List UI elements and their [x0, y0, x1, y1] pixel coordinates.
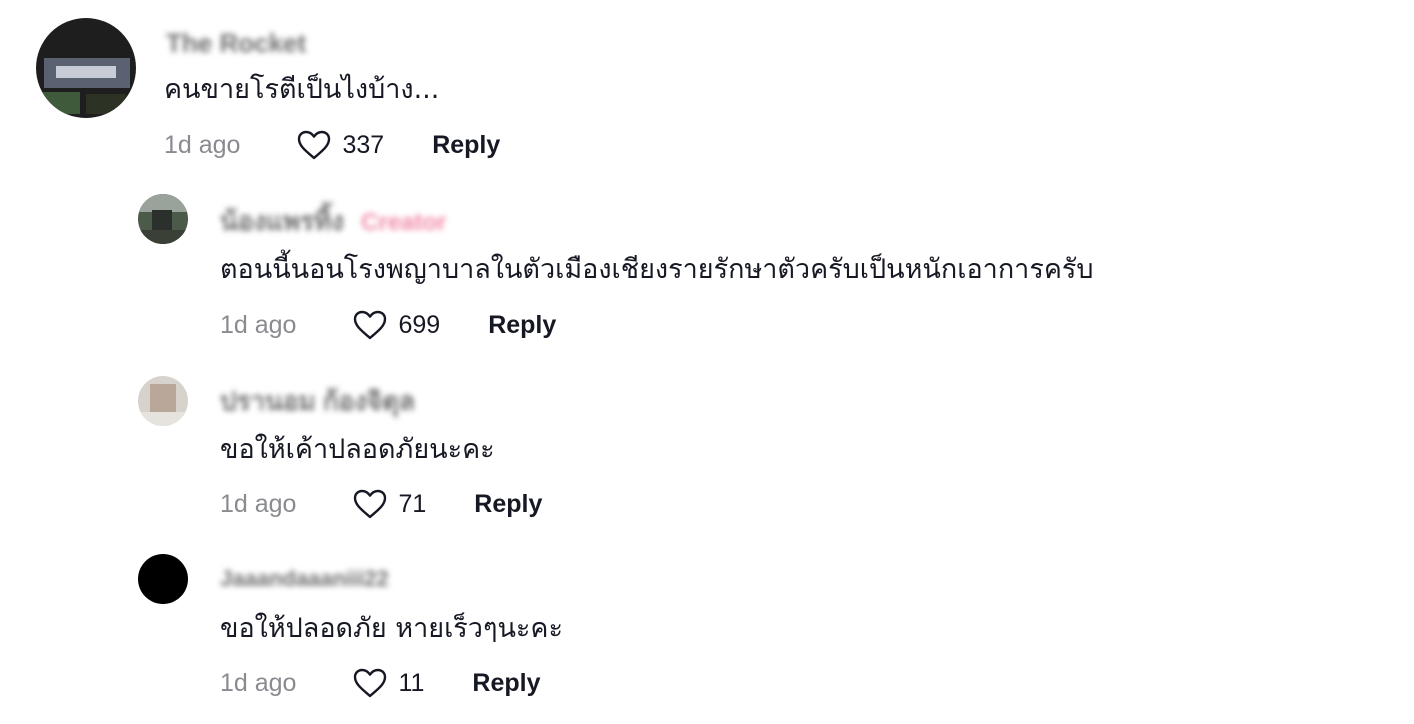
heart-outline-icon[interactable]: [352, 667, 388, 699]
reply-comment-item: น้องแพรทิ้ง Creator ตอนนี้นอนโรงพญาบาลใน…: [0, 180, 1414, 360]
comment-time: 1d ago: [220, 668, 297, 697]
username[interactable]: น้องแพรทิ้ง Creator: [220, 206, 447, 236]
like-count: 11: [398, 668, 425, 697]
comment-item: The Rocket คนขายโรตีเป็นไงบ้าง... 1d ago…: [0, 0, 1414, 180]
heart-outline-icon[interactable]: [352, 309, 388, 341]
reply-comment-item: ปรานอม ก้องจิตุล ขอให้เค้าปลอดภัยนะคะ 1d…: [0, 360, 1414, 540]
username-text: น้องแพรทิ้ง: [220, 206, 344, 236]
creator-badge: Creator: [361, 209, 447, 236]
comment-time: 1d ago: [220, 310, 297, 339]
avatar[interactable]: [138, 554, 188, 604]
reply-button[interactable]: Reply: [488, 311, 556, 340]
like-button[interactable]: 699: [352, 309, 440, 341]
username[interactable]: The Rocket: [166, 30, 306, 56]
like-count: 699: [398, 310, 441, 339]
like-button[interactable]: 11: [352, 667, 424, 699]
avatar[interactable]: [138, 376, 188, 426]
heart-outline-icon[interactable]: [352, 488, 388, 520]
reply-button[interactable]: Reply: [432, 131, 500, 160]
avatar[interactable]: [138, 194, 188, 244]
heart-outline-icon[interactable]: [296, 129, 332, 161]
comment-meta: 1d ago 699 Reply: [220, 308, 556, 342]
username[interactable]: ปรานอม ก้องจิตุล: [220, 388, 415, 414]
comment-meta: 1d ago 11 Reply: [220, 666, 541, 700]
like-button[interactable]: 71: [352, 488, 426, 520]
comment-meta: 1d ago 337 Reply: [164, 128, 500, 162]
avatar[interactable]: [36, 18, 136, 118]
reply-button[interactable]: Reply: [472, 669, 540, 698]
comment-text: ขอให้เค้าปลอดภัยนะคะ: [220, 434, 495, 465]
username[interactable]: Jaaandaaaniii22: [220, 566, 389, 592]
reply-button[interactable]: Reply: [474, 490, 542, 519]
comment-meta: 1d ago 71 Reply: [220, 487, 542, 521]
comment-time: 1d ago: [220, 489, 297, 518]
comment-text: ขอให้ปลอดภัย หายเร็วๆนะคะ: [220, 613, 563, 644]
reply-comment-item: Jaaandaaaniii22 ขอให้ปลอดภัย หายเร็วๆนะค…: [0, 540, 1414, 724]
comment-time: 1d ago: [164, 130, 241, 159]
like-count: 337: [342, 130, 385, 159]
like-count: 71: [398, 489, 427, 518]
like-button[interactable]: 337: [296, 129, 384, 161]
comment-text: ตอนนี้นอนโรงพญาบาลในตัวเมืองเชียงรายรักษ…: [220, 254, 1094, 285]
comment-text: คนขายโรตีเป็นไงบ้าง...: [164, 74, 440, 105]
